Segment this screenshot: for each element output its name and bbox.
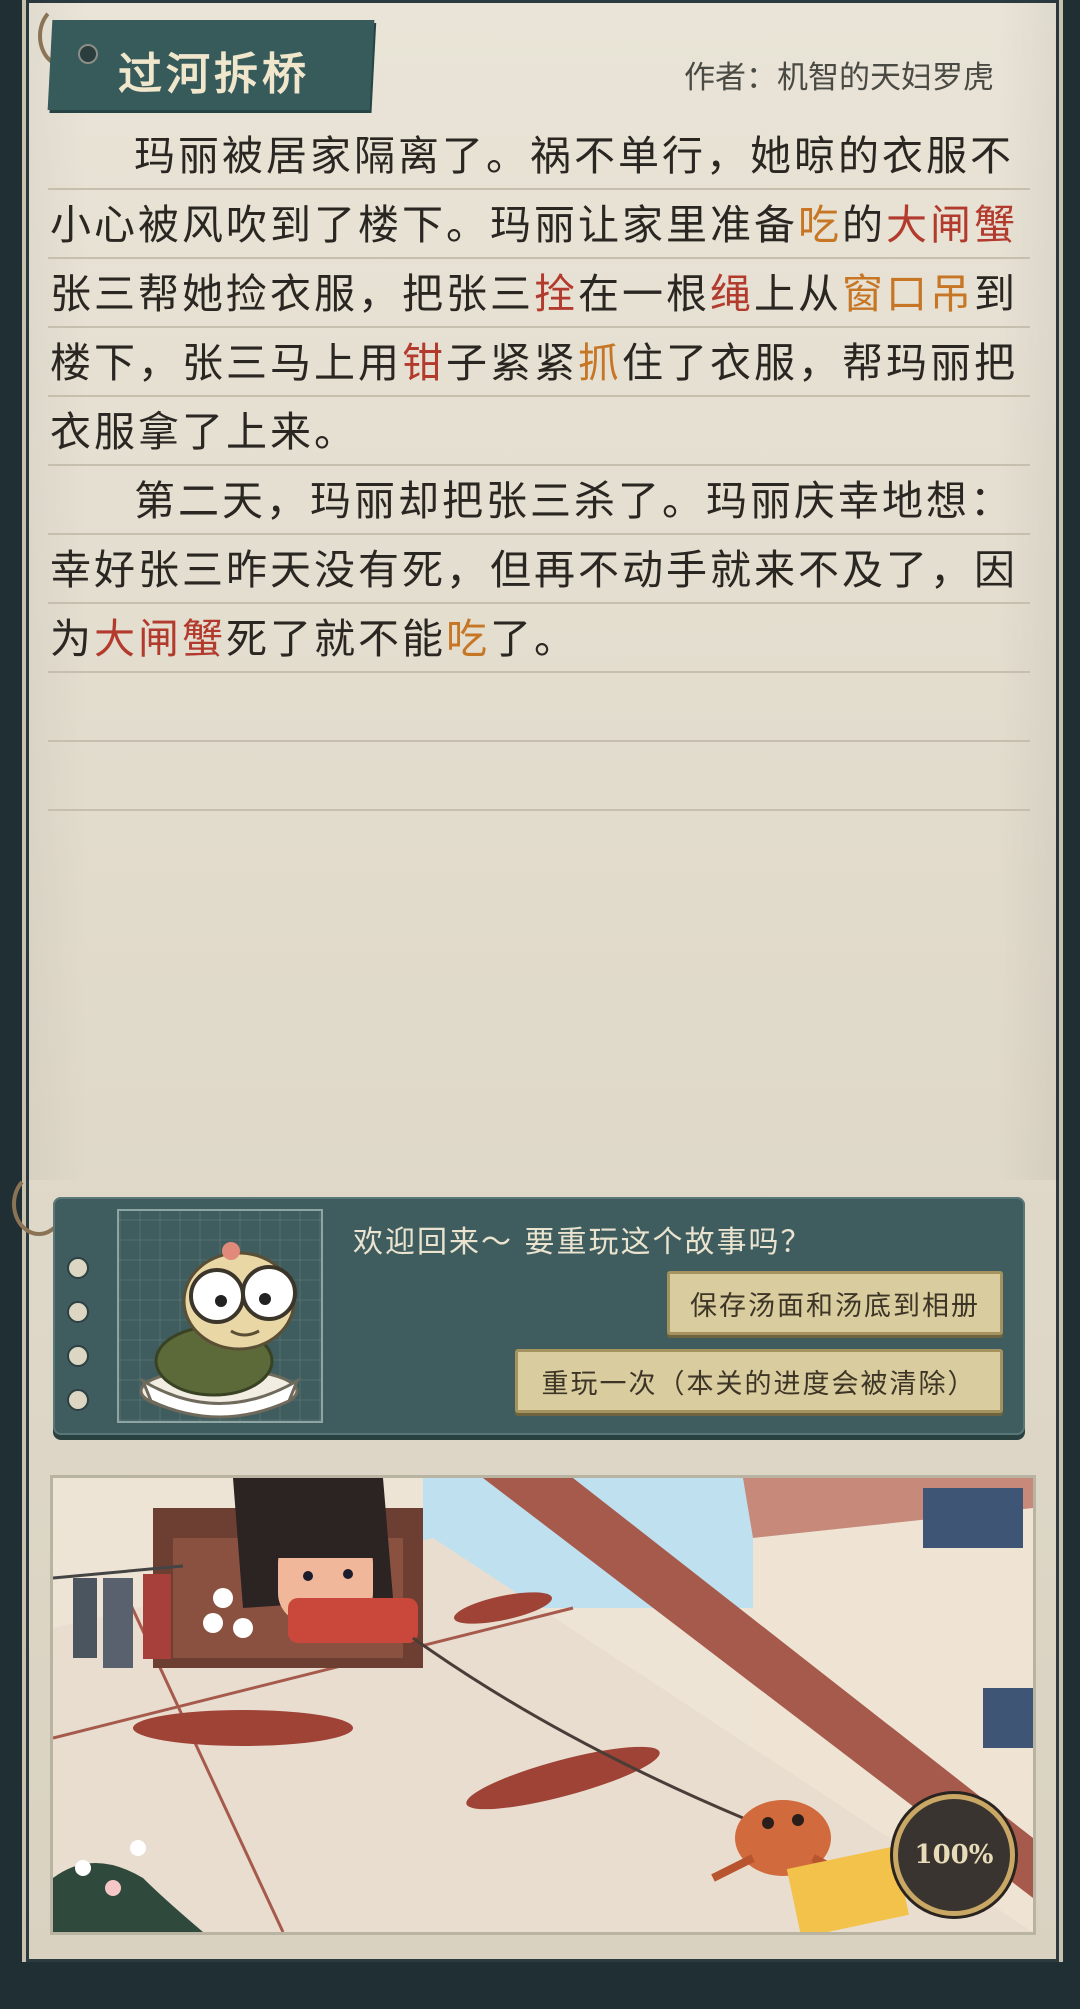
progress-badge[interactable]: 100% [893,1794,1015,1916]
author-label: 作者：机智的天妇罗虎 [684,60,994,96]
story-segment: 上从 [754,270,842,318]
story-paragraph-2: 第二天，玛丽却把张三杀了。玛丽庆幸地想：幸好张三昨天没有死，但再不动手就来不及了… [50,467,1035,674]
keyword-red: 钳 [402,339,446,387]
story-title: 过河拆桥 [118,49,310,100]
replay-panel: 欢迎回来～ 要重玩这个故事吗？ 保存汤面和汤底到相册 重玩一次（本关的进度会被清… [53,1197,1025,1435]
keyword-red: 拴 [534,270,578,318]
scene-illustration [53,1478,1033,1932]
story-segment: 张三帮她捡衣服，把张三 [50,270,534,318]
story-paragraph-1: 玛丽被居家隔离了。祸不单行，她晾的衣服不小心被风吹到了楼下。玛丽让家里准备吃的大… [50,122,1035,467]
keyword-orange: 窗口吊 [842,270,974,318]
keyword-red: 大闸蟹 [886,201,1018,249]
keyword-red: 大闸蟹 [94,615,226,663]
story-illustration: 100% [50,1475,1036,1935]
story-segment: 的 [842,201,886,249]
story-segment: 子紧紧 [446,339,578,387]
turtle-avatar-icon [139,1242,300,1419]
keyword-red: 绳 [710,270,754,318]
story-text: 玛丽被居家隔离了。祸不单行，她晾的衣服不小心被风吹到了楼下。玛丽让家里准备吃的大… [50,122,1035,674]
keyword-orange: 抓 [578,339,622,387]
story-segment: 死了就不能 [226,615,446,663]
replay-button[interactable]: 重玩一次（本关的进度会被清除） [515,1349,1003,1413]
welcome-text: 欢迎回来～ 要重玩这个故事吗？ [353,1225,813,1260]
story-segment: 了。 [490,615,578,663]
story-segment: 在一根 [578,270,710,318]
binder-holes [67,1257,89,1433]
keyword-orange: 吃 [446,615,490,663]
title-pin-icon [78,44,98,64]
progress-label: 100% [914,1840,994,1870]
turtle-avatar-card [117,1209,323,1423]
save-to-album-button[interactable]: 保存汤面和汤底到相册 [667,1271,1003,1335]
keyword-orange: 吃 [798,201,842,249]
